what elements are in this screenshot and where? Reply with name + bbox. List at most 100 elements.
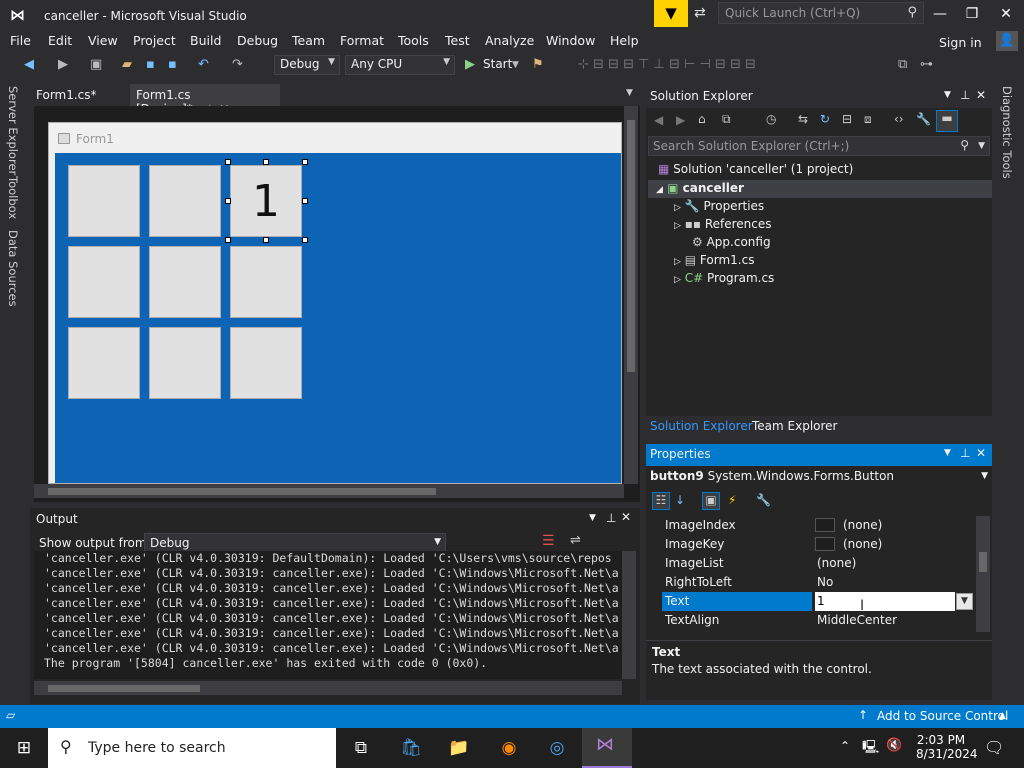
se-menu-icon[interactable]: ▼ [944, 90, 951, 100]
menu-project[interactable]: Project [133, 33, 176, 48]
save-icon[interactable]: ▪ [146, 57, 155, 72]
new-project-icon[interactable]: ▣ [90, 57, 102, 72]
feedback-icon[interactable]: ⇄ [694, 5, 706, 21]
menu-format[interactable]: Format [340, 33, 384, 48]
menu-window[interactable]: Window [546, 33, 595, 48]
output-menu-icon[interactable]: ▼ [589, 513, 596, 523]
restore-icon[interactable]: ❐ [956, 3, 988, 25]
menu-help[interactable]: Help [610, 33, 639, 48]
toolbox-tab[interactable]: Toolbox [6, 176, 20, 219]
resize-handle[interactable] [263, 237, 269, 243]
network-icon[interactable]: 🖳 [862, 738, 879, 760]
notifications-icon[interactable]: 🗨 [984, 738, 1004, 757]
menu-test[interactable]: Test [445, 33, 470, 48]
collapsed-arrow-icon[interactable]: ▷ [674, 257, 681, 267]
tree-item-references[interactable]: ▷ ▪▪ References [674, 217, 772, 231]
props-close-icon[interactable]: ✕ [976, 446, 986, 460]
property-row[interactable]: ImageKey (none) [660, 535, 972, 554]
platform-combo[interactable]: Any CPU ▼ [345, 55, 455, 75]
sign-in-link[interactable]: Sign in [939, 35, 982, 50]
store-icon[interactable]: 🛍 [396, 733, 426, 763]
menu-build[interactable]: Build [190, 33, 221, 48]
add-to-source-control[interactable]: Add to Source Control [877, 709, 1008, 723]
properties-view-icon[interactable]: ▣ [702, 492, 720, 510]
menu-analyze[interactable]: Analyze [485, 33, 534, 48]
layout-icon[interactable]: ⊶ [920, 57, 933, 72]
output-horizontal-scroll-thumb[interactable] [48, 685, 200, 692]
diagnostic-tools-tab[interactable]: Diagnostic Tools [1000, 86, 1014, 179]
resize-handle[interactable] [225, 198, 231, 204]
redo-icon[interactable]: ↷ [232, 57, 243, 72]
taskbar-search-box[interactable]: ⚲ Type here to search [48, 728, 336, 768]
resize-handle[interactable] [302, 198, 308, 204]
home-icon[interactable]: ⌂ [698, 112, 706, 126]
source-control-up-icon[interactable]: ▲ [999, 711, 1006, 721]
text-value-input[interactable]: 1 [815, 592, 955, 611]
refresh-icon[interactable]: ↻ [820, 112, 830, 126]
save-all-icon[interactable]: ▪ [168, 57, 177, 72]
align-to-grid-icon[interactable]: ⊹ ⊟ ⊟ ⊟ ⊤ ⊥ ⊟ ⊢ ⊣ ⊟ ⊟ ⊟ [578, 57, 756, 72]
property-row[interactable]: RightToLeft No [660, 573, 972, 592]
grid-button-2[interactable] [149, 165, 221, 237]
sync-icon[interactable]: ⇆ [798, 112, 808, 126]
tab-team-explorer[interactable]: Team Explorer [752, 419, 838, 433]
collapse-all-icon[interactable]: ⊟ [842, 112, 852, 126]
events-icon[interactable]: ⚡ [728, 493, 736, 507]
grid-button-5[interactable] [149, 246, 221, 318]
show-hidden-icons[interactable]: ⌃ [840, 739, 850, 753]
property-row[interactable]: ImageIndex (none) [660, 516, 972, 535]
text-editor-dropdown-icon[interactable]: ▼ [956, 593, 973, 610]
grid-button-7[interactable] [68, 327, 140, 399]
properties-scrollbar[interactable] [976, 516, 990, 632]
output-close-icon[interactable]: ✕ [621, 510, 631, 524]
volume-muted-icon[interactable]: 🔇 [886, 738, 902, 753]
windows-start-icon[interactable]: ⊞ [9, 733, 39, 763]
se-forward-icon[interactable]: ▶ [676, 113, 685, 127]
grid-button-3-selected[interactable]: 1 [230, 165, 302, 237]
tab-solution-explorer[interactable]: Solution Explorer [650, 419, 753, 433]
property-row[interactable]: ImageList (none) [660, 554, 972, 573]
search-icon[interactable]: ⚲ [960, 138, 969, 152]
grid-button-1[interactable] [68, 165, 140, 237]
tab-order-icon[interactable]: ⧉ [898, 57, 907, 72]
configuration-combo[interactable]: Debug ▼ [274, 55, 340, 75]
clock[interactable]: 2:03 PM 8/31/2024 [916, 733, 978, 761]
object-dropdown-icon[interactable]: ▼ [981, 471, 988, 481]
output-source-combo[interactable]: Debug ▼ [144, 533, 446, 553]
start-button[interactable]: Start [483, 57, 512, 71]
se-pin-icon[interactable]: ⊥ [960, 88, 970, 102]
resize-handle[interactable] [225, 159, 231, 165]
resize-handle[interactable] [225, 237, 231, 243]
search-options-icon[interactable]: ▼ [978, 141, 985, 151]
expanded-arrow-icon[interactable]: ◢ [656, 185, 663, 195]
tree-item-app-config[interactable]: ⚙ App.config [692, 235, 771, 249]
collapsed-arrow-icon[interactable]: ▷ [674, 275, 681, 285]
quick-launch-input[interactable]: Quick Launch (Ctrl+Q) ⚲ [718, 2, 924, 24]
object-selector[interactable]: button9 System.Windows.Forms.Button ▼ [650, 469, 992, 487]
start-play-icon[interactable]: ▶ [465, 57, 475, 72]
resize-handle[interactable] [302, 159, 308, 165]
tab-overflow-icon[interactable]: ▼ [626, 88, 633, 98]
minimize-icon[interactable]: — [924, 3, 956, 25]
grid-button-4[interactable] [68, 246, 140, 318]
firefox-icon[interactable]: ◉ [494, 733, 524, 763]
solution-explorer-search[interactable]: Search Solution Explorer (Ctrl+;) ⚲ ▼ [648, 136, 990, 156]
output-pin-icon[interactable]: ⊥ [606, 511, 616, 525]
visual-studio-taskbar-button[interactable]: ⋈ [582, 728, 632, 768]
designer-horizontal-scroll-thumb[interactable] [48, 488, 436, 495]
switch-views-icon[interactable]: ⧉ [722, 112, 731, 127]
tree-item-properties[interactable]: ▷ 🔧 Properties [674, 199, 764, 213]
back-icon[interactable]: ◀ [24, 57, 34, 72]
menu-edit[interactable]: Edit [48, 33, 72, 48]
se-close-icon[interactable]: ✕ [976, 88, 986, 102]
show-all-files-icon[interactable]: ⧈ [864, 112, 872, 127]
menu-debug[interactable]: Debug [237, 33, 278, 48]
categorized-icon[interactable]: ☷ [652, 492, 670, 510]
close-icon[interactable]: ✕ [990, 3, 1022, 25]
alphabetical-icon[interactable]: ↓ [675, 493, 685, 507]
properties-wrench-icon[interactable]: 🔧 [916, 112, 931, 126]
notification-filter-icon[interactable]: ▼ [654, 0, 688, 27]
properties-scroll-thumb[interactable] [979, 552, 987, 572]
props-pin-icon[interactable]: ⊥ [960, 446, 970, 460]
designer-vertical-scroll-thumb[interactable] [627, 120, 635, 372]
